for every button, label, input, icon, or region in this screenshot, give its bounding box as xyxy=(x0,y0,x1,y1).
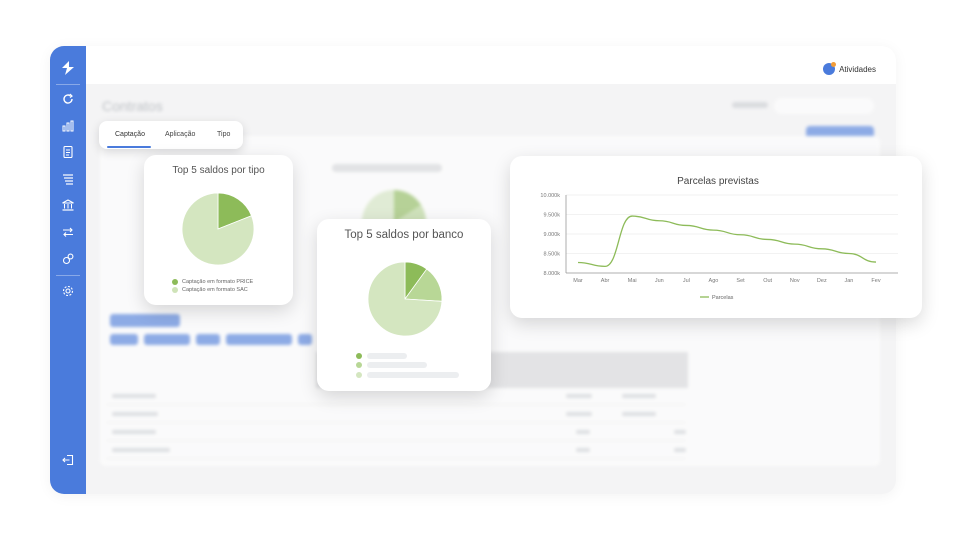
legend-item: Captação em formato PRICE xyxy=(172,279,253,285)
sidebar xyxy=(50,46,86,494)
logout-icon[interactable] xyxy=(61,453,75,467)
series-line-parcelas[interactable] xyxy=(577,215,877,268)
tab-captacao[interactable]: Captação xyxy=(115,131,145,138)
activity-icon xyxy=(823,62,837,75)
table-cell xyxy=(112,394,156,398)
tab-aplicacao[interactable]: Aplicação xyxy=(165,131,195,138)
table-row xyxy=(106,422,686,423)
x-tick-label: Jun xyxy=(655,278,664,284)
background-chart-title xyxy=(332,164,442,172)
y-tick-label: 8.500k xyxy=(543,252,560,258)
sidebar-divider xyxy=(56,84,80,85)
x-tick-label: Nov xyxy=(790,278,800,284)
table-cell xyxy=(112,430,156,434)
sidebar-divider xyxy=(56,275,80,276)
table-cell xyxy=(112,412,158,416)
filter-chip xyxy=(110,314,180,327)
y-tick-label: 8.000k xyxy=(543,271,560,277)
activity-button[interactable]: Atividades xyxy=(823,62,876,75)
top-bar: Atividades xyxy=(86,46,896,84)
x-tick-label: Abr xyxy=(601,278,610,284)
x-tick-label: Set xyxy=(736,278,745,284)
card-saldos-tipo: Top 5 saldos por tipo Captação em format… xyxy=(144,155,293,305)
filter-chip xyxy=(298,334,312,345)
bar-chart-icon[interactable] xyxy=(61,119,75,133)
legend-placeholder xyxy=(367,362,427,368)
chart-title: Parcelas previstas xyxy=(677,176,759,187)
table-cell xyxy=(112,448,170,452)
filter-chip xyxy=(110,334,138,345)
table-cell xyxy=(622,394,656,398)
x-tick-label: Ago xyxy=(709,278,719,284)
y-tick-label: 9.000k xyxy=(543,232,560,238)
card-saldos-banco: Top 5 saldos por banco xyxy=(317,219,491,391)
table-cell xyxy=(566,412,592,416)
table-row xyxy=(106,440,686,441)
card-parcelas-previstas: Parcelas previstas 10.000k 9.500k 9.000k 8.5… xyxy=(510,156,922,318)
bank-icon[interactable] xyxy=(61,198,75,212)
table-cell xyxy=(622,412,656,416)
page-title: Contratos xyxy=(102,98,163,114)
x-tick-label: Mai xyxy=(628,278,637,284)
legend-placeholder xyxy=(367,372,459,378)
transfer-icon[interactable] xyxy=(61,225,75,239)
table-cell xyxy=(674,448,686,452)
line-chart: Parcelas previstas 10.000k 9.500k 9.000k 8.5… xyxy=(540,176,898,301)
filter-chip xyxy=(196,334,220,345)
legend-placeholder xyxy=(367,353,407,359)
legend-label: Parcelas xyxy=(712,295,734,301)
gears-icon[interactable] xyxy=(61,252,75,266)
legend-dot xyxy=(356,353,362,359)
activity-label: Atividades xyxy=(839,64,876,74)
tabs-card: Captação Aplicação Tipo xyxy=(99,121,243,149)
filter-chip xyxy=(226,334,292,345)
table-cell xyxy=(576,430,590,434)
table-row xyxy=(106,458,686,459)
legend-dot xyxy=(172,279,178,285)
table-cell xyxy=(576,448,590,452)
refresh-icon[interactable] xyxy=(61,92,75,106)
legend-dot xyxy=(356,372,362,378)
x-tick-label: Out xyxy=(763,278,772,284)
legend-item: Captação em formato SAC xyxy=(172,287,248,293)
legend-label: Captação em formato SAC xyxy=(182,287,248,293)
table-cell xyxy=(566,394,592,398)
legend-dot xyxy=(356,362,362,368)
x-tick-label: Mar xyxy=(573,278,583,284)
tab-tipo[interactable]: Tipo xyxy=(217,131,230,138)
legend-label: Captação em formato PRICE xyxy=(182,279,254,285)
y-tick-label: 9.500k xyxy=(543,213,560,219)
table-cell xyxy=(674,430,686,434)
legend-dot xyxy=(172,287,178,293)
y-tick-label: 10.000k xyxy=(540,193,560,199)
order-select xyxy=(732,102,768,108)
list-icon[interactable] xyxy=(61,172,75,186)
active-tab-indicator xyxy=(107,146,151,148)
x-tick-label: Jul xyxy=(683,278,690,284)
x-tick-label: Dez xyxy=(817,278,827,284)
logo-icon[interactable] xyxy=(60,60,76,76)
x-tick-label: Fev xyxy=(871,278,880,284)
table-row xyxy=(106,404,686,405)
settings-icon[interactable] xyxy=(61,284,75,298)
document-icon[interactable] xyxy=(61,145,75,159)
filter-chip xyxy=(144,334,190,345)
x-tick-label: Jan xyxy=(844,278,853,284)
search-input xyxy=(774,98,874,114)
